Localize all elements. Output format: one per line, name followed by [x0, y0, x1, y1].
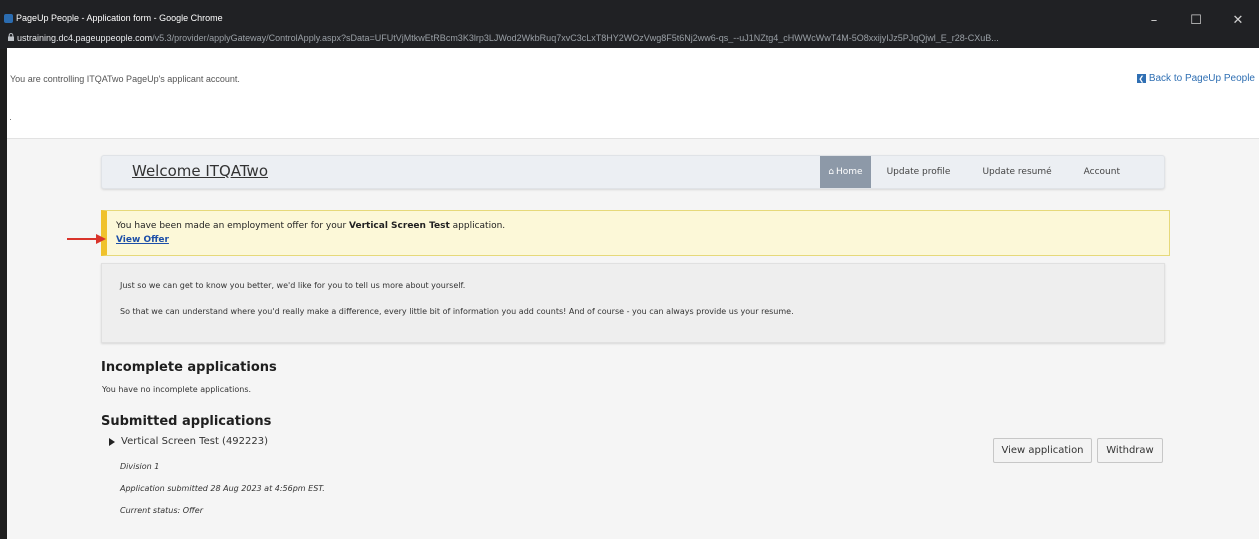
application-submitted-date: Application submitted 28 Aug 2023 at 4:5… — [120, 484, 325, 493]
browser-window: PageUp People - Application form - Googl… — [0, 0, 1259, 539]
stray-dot — [10, 119, 11, 120]
offer-job-title: Vertical Screen Test — [349, 221, 450, 231]
about-you-panel: Just so we can get to know you better, w… — [101, 263, 1165, 343]
url-host: ustraining.dc4.pageuppeople.com — [17, 33, 153, 43]
offer-message: You have been made an employment offer f… — [116, 221, 505, 231]
offer-alert: You have been made an employment offer f… — [101, 210, 1170, 256]
application-status: Current status: Offer — [120, 506, 204, 515]
view-application-button[interactable]: View application — [993, 438, 1092, 463]
welcome-heading[interactable]: Welcome ITQATwo — [132, 162, 268, 180]
about-line-2: So that we can understand where you'd re… — [120, 307, 794, 316]
application-division: Division 1 — [120, 462, 160, 471]
nav-account[interactable]: Account — [1068, 156, 1164, 188]
expand-triangle-icon — [109, 437, 115, 446]
incomplete-empty-text: You have no incomplete applications. — [102, 385, 252, 394]
back-link-label: Back to PageUp People — [1148, 73, 1255, 84]
lock-icon — [8, 33, 14, 41]
nav-items: ⌂ Home Update profile Update resumé Acco… — [820, 156, 1164, 188]
home-icon: ⌂ — [828, 167, 834, 177]
url-path: /v5.3/provider/applyGateway/ControlApply… — [152, 33, 999, 43]
withdraw-button[interactable]: Withdraw — [1097, 438, 1163, 463]
offer-text-before: You have been made an employment offer f… — [116, 221, 350, 231]
url-text[interactable]: ustraining.dc4.pageuppeople.com/v5.3/pro… — [17, 33, 1255, 43]
main-content: Welcome ITQATwo ⌂ Home Update profile Up… — [7, 139, 1259, 539]
about-line-1: Just so we can get to know you better, w… — [120, 281, 466, 290]
control-banner: You are controlling ITQATwo PageUp's app… — [7, 48, 1259, 139]
favicon-icon — [4, 14, 13, 23]
nav-update-profile[interactable]: Update profile — [871, 156, 967, 188]
control-banner-text: You are controlling ITQATwo PageUp's app… — [10, 74, 240, 84]
application-title: Vertical Screen Test (492223) — [121, 436, 269, 447]
back-to-pageup-link[interactable]: ❮ Back to PageUp People — [1136, 73, 1255, 84]
top-nav: Welcome ITQATwo ⌂ Home Update profile Up… — [101, 155, 1165, 189]
back-arrow-icon: ❮ — [1136, 74, 1146, 83]
offer-text-after: application. — [449, 221, 506, 231]
window-title: PageUp People - Application form - Googl… — [16, 13, 223, 23]
application-toggle[interactable]: Vertical Screen Test (492223) — [109, 436, 268, 447]
submitted-heading: Submitted applications — [101, 414, 272, 429]
nav-home[interactable]: ⌂ Home — [820, 156, 871, 188]
incomplete-heading: Incomplete applications — [101, 360, 277, 375]
view-offer-link[interactable]: View Offer — [116, 235, 169, 245]
page: You are controlling ITQATwo PageUp's app… — [7, 48, 1259, 539]
nav-home-label: Home — [835, 167, 863, 177]
address-bar[interactable]: ustraining.dc4.pageuppeople.com/v5.3/pro… — [0, 29, 1259, 49]
nav-update-resume[interactable]: Update resumé — [966, 156, 1067, 188]
annotation-arrow-icon — [67, 234, 106, 244]
